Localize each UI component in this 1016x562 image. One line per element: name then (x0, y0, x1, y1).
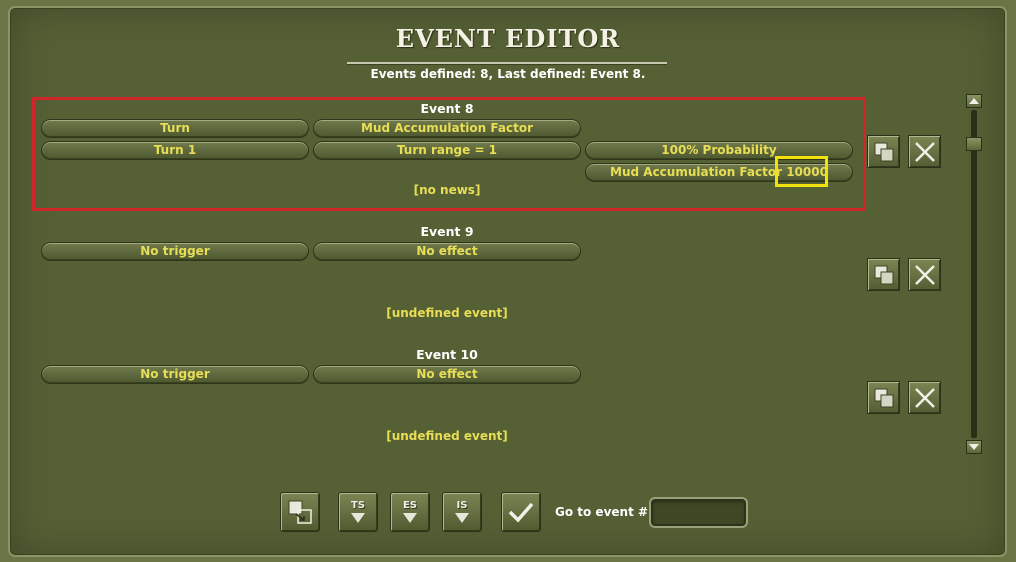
es-button[interactable]: ES (390, 492, 430, 532)
event-10-copy-button[interactable] (867, 381, 900, 414)
ts-label: TS (350, 500, 366, 511)
highlight-effect-value (775, 156, 828, 187)
chevron-down-icon (969, 444, 979, 450)
es-label: ES (402, 500, 418, 511)
copy-event-button[interactable] (280, 492, 320, 532)
is-label: IS (456, 500, 468, 511)
copy-icon (874, 142, 893, 161)
event-9-copy-button[interactable] (867, 258, 900, 291)
goto-event-input[interactable] (649, 497, 748, 528)
confirm-button[interactable] (501, 492, 541, 532)
arrow-down-icon (351, 513, 365, 523)
is-button[interactable]: IS (442, 492, 482, 532)
copy-icon (874, 265, 893, 284)
event-10-label: Event 10 (416, 347, 478, 362)
event-9-delete-button[interactable] (908, 258, 941, 291)
title-divider (347, 62, 667, 64)
events-summary: Events defined: 8, Last defined: Event 8… (370, 67, 646, 81)
ts-button[interactable]: TS (338, 492, 378, 532)
event-9-effect-type[interactable]: No effect (313, 242, 581, 261)
copy-arrow-icon (288, 500, 312, 524)
highlight-event-8 (32, 97, 866, 211)
checkmark-icon (508, 502, 534, 523)
event-9-trigger-type[interactable]: No trigger (41, 242, 309, 261)
event-10-delete-button[interactable] (908, 381, 941, 414)
close-icon (914, 264, 935, 285)
goto-event-label: Go to event #: (555, 505, 653, 519)
event-10-trigger-type[interactable]: No trigger (41, 365, 309, 384)
scrollbar-track[interactable] (971, 110, 977, 438)
scroll-down-button[interactable] (966, 440, 982, 454)
event-10-effect-type[interactable]: No effect (313, 365, 581, 384)
scroll-up-button[interactable] (966, 94, 982, 108)
event-10-news[interactable]: [undefined event] (297, 429, 597, 443)
arrow-down-icon (403, 513, 417, 523)
close-icon (914, 387, 935, 408)
arrow-down-icon (455, 513, 469, 523)
page-title: EVENT EDITOR (395, 24, 621, 53)
event-9-news[interactable]: [undefined event] (297, 306, 597, 320)
copy-icon (874, 388, 893, 407)
event-8-copy-button[interactable] (867, 135, 900, 168)
chevron-up-icon (969, 98, 979, 104)
event-9-label: Event 9 (420, 224, 474, 239)
scrollbar-thumb[interactable] (966, 137, 982, 151)
close-icon (914, 141, 935, 162)
event-editor-panel (8, 6, 1007, 557)
event-8-delete-button[interactable] (908, 135, 941, 168)
